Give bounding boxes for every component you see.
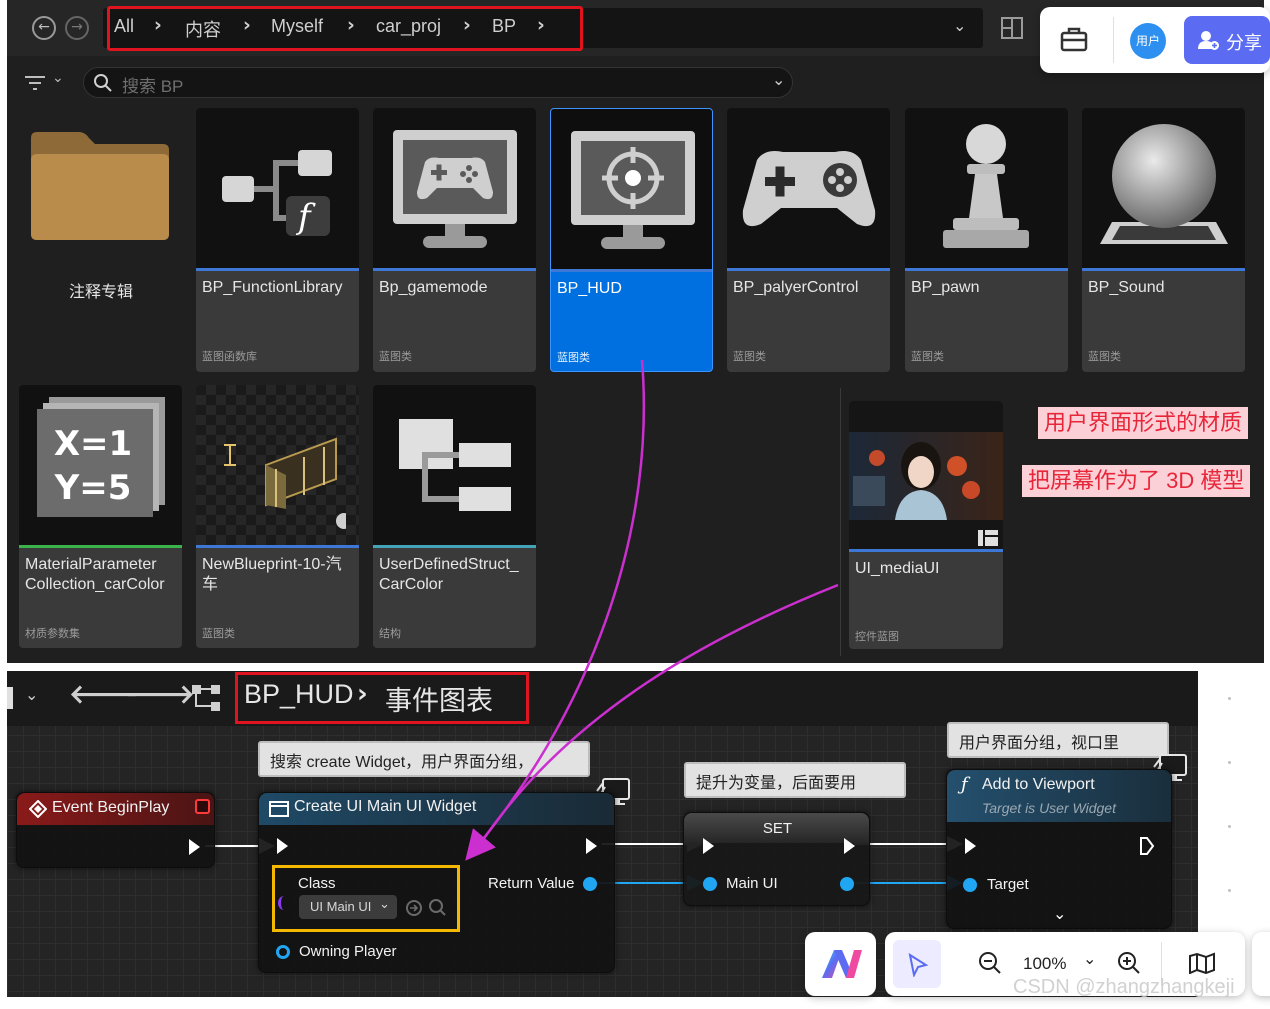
annotation-arrows [465, 359, 839, 861]
watermark: CSDN @zhangzhangkeji [1013, 976, 1235, 998]
logo-icon [822, 950, 862, 978]
map-icon[interactable] [1188, 952, 1216, 974]
select-tool-button[interactable] [893, 940, 941, 988]
zoom-level[interactable]: 100% [1023, 954, 1066, 974]
zoom-out-icon[interactable] [978, 951, 1002, 975]
chevron-down-icon[interactable]: ⌄ [1083, 949, 1096, 968]
cursor-icon [908, 953, 928, 977]
zoom-in-icon[interactable] [1117, 951, 1141, 975]
extra-toolbar[interactable] [1252, 932, 1270, 996]
app-logo-button[interactable] [805, 932, 876, 996]
